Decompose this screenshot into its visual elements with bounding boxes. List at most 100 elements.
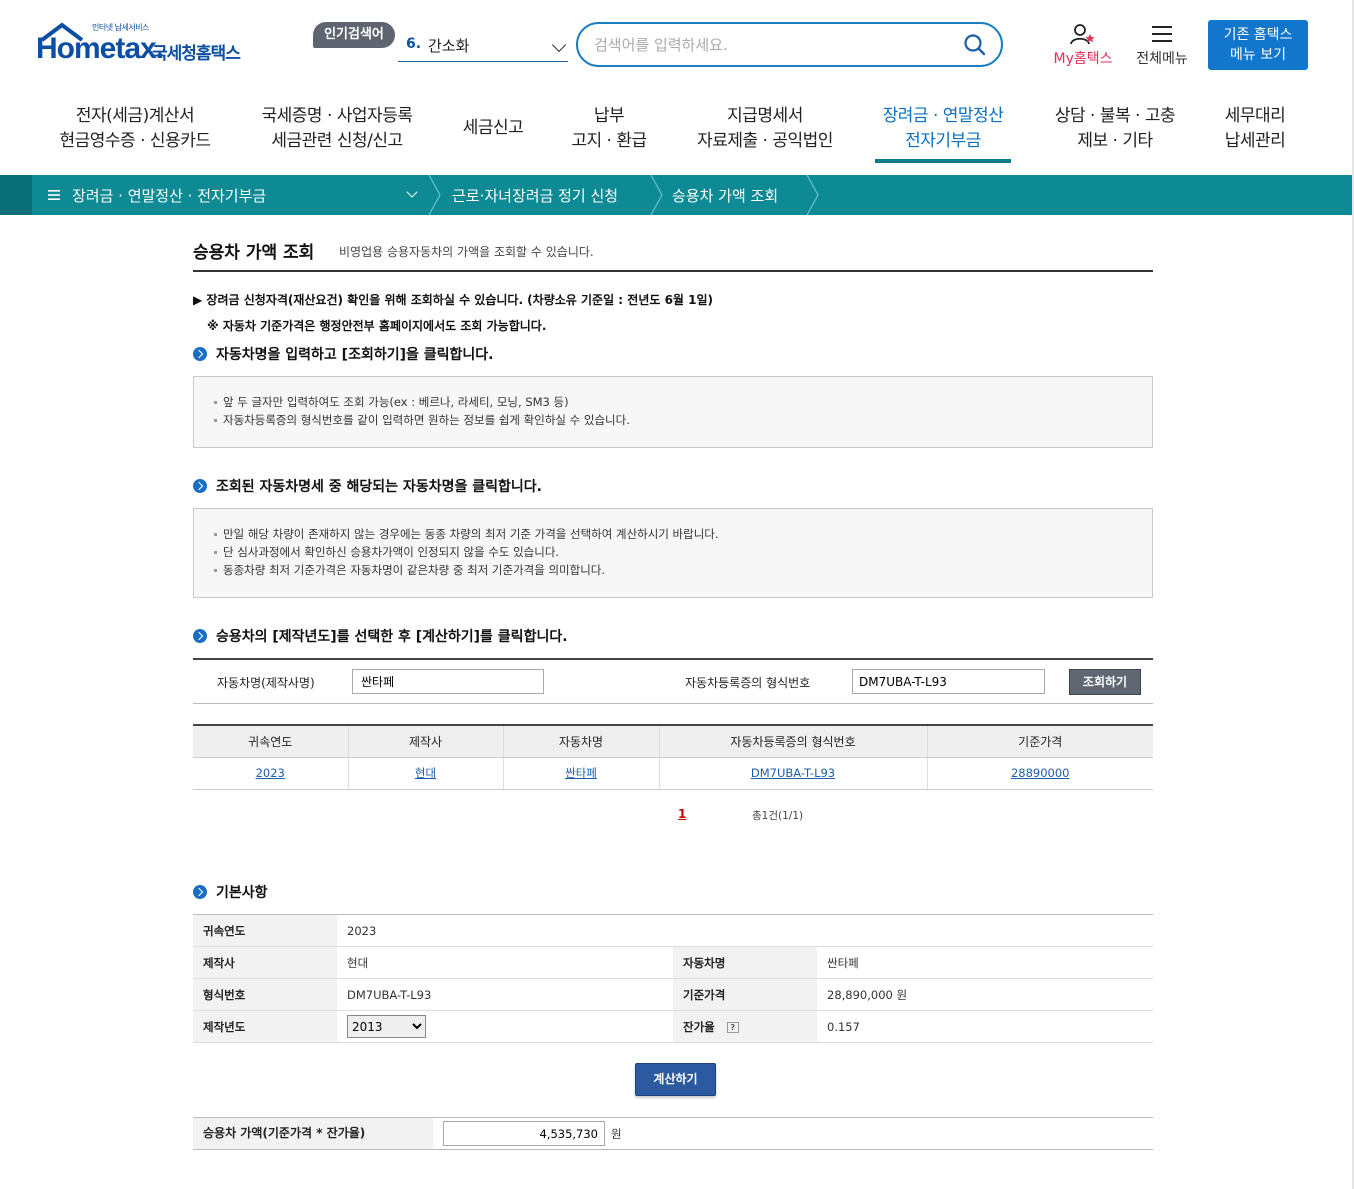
currency-unit: 원 <box>611 1127 622 1141</box>
maker-link[interactable]: 현대 <box>415 766 436 780</box>
car-name-link[interactable]: 싼타페 <box>565 766 597 780</box>
gnb-label: 고지 · 환급 <box>571 131 647 151</box>
arrow-circle-icon <box>193 629 207 643</box>
user-star-icon <box>1070 24 1095 45</box>
model-number-input[interactable] <box>852 669 1045 694</box>
gnb-certificates[interactable]: 국세증명 · 사업자등록 세금관련 신청/신고 <box>250 104 424 154</box>
search-input[interactable] <box>594 34 954 56</box>
basic-heading-text: 기본사항 <box>216 885 268 901</box>
my-hometax-label: My홈택스 <box>1053 51 1113 67</box>
result-table: 귀속연도 제작사 자동차명 자동차등록증의 형식번호 기준가격 2023 현대 … <box>193 724 1153 790</box>
car-name-input[interactable] <box>352 669 544 694</box>
gnb-label: 세금신고 <box>462 118 524 138</box>
gnb-label: 장려금 · 연말정산 <box>882 106 1004 126</box>
all-menu-button[interactable]: 전체메뉴 <box>1130 22 1194 70</box>
hometax-logo[interactable]: 인터넷 납세서비스 Hometax. 국세청홈택스 <box>36 22 250 72</box>
hamburger-icon <box>1152 26 1172 42</box>
column-header: 귀속연도 <box>193 725 349 758</box>
car-name-value: 싼타페 <box>817 946 1153 979</box>
table-row: 2023 현대 싼타페 DM7UBA-T-L93 28890000 <box>193 757 1153 790</box>
reference-note: ※ 자동차 기준가격은 행정안전부 홈페이지에서도 조회 가능합니다. <box>207 319 547 333</box>
arrow-circle-icon <box>193 479 207 493</box>
info-line: 동종차량 최저 기준가격은 자동차명이 같은차량 중 최저 기준가격을 의미합니… <box>214 561 1152 579</box>
gnb-einvoice[interactable]: 전자(세금)계산서 현금영수증 · 신용카드 <box>50 104 220 154</box>
info-line: 자동차등록증의 형식번호를 같이 입력하면 원하는 정보를 쉽게 확인하실 수 … <box>214 411 1152 429</box>
gnb-label: 납세관리 <box>1224 131 1286 151</box>
chevron-down-icon[interactable] <box>406 186 418 198</box>
logo-wordmark: Hometax. <box>36 32 164 65</box>
table-cell: 현대 <box>348 757 504 790</box>
search-button[interactable]: 조회하기 <box>1069 669 1141 695</box>
info-line: 단 심사과정에서 확인하신 승용차가액이 인정되지 않을 수도 있습니다. <box>214 543 1152 561</box>
breadcrumb-separator-icon <box>428 175 441 215</box>
column-header: 제작사 <box>348 725 504 758</box>
price-label: 기준가격 <box>673 978 817 1011</box>
breadcrumb-left-edge <box>0 175 32 215</box>
table-header-row: 귀속연도 제작사 자동차명 자동차등록증의 형식번호 기준가격 <box>193 725 1153 758</box>
column-header: 자동차등록증의 형식번호 <box>659 725 928 758</box>
maker-label: 제작사 <box>193 946 337 979</box>
gnb-label: 현금영수증 · 신용카드 <box>59 131 211 151</box>
gnb-consult[interactable]: 상담 · 불복 · 고충 제보 · 기타 <box>1044 104 1186 154</box>
residual-rate-label-cell: 잔가율? <box>673 1010 817 1043</box>
step3-heading: 승용차의 [제작년도]를 선택한 후 [계산하기]를 클릭합니다. <box>193 626 568 646</box>
table-cell: 28890000 <box>927 757 1153 790</box>
gnb-label: 세금관련 신청/신고 <box>271 131 403 151</box>
table-row: 제작사 현대 자동차명 싼타페 <box>193 946 1153 979</box>
step2-info-box: 만일 해당 차량이 존재하지 않는 경우에는 동종 차량의 최저 기준 가격을 … <box>193 508 1153 598</box>
step2-heading-text: 조회된 자동차명세 중 해당되는 자동차명을 클릭합니다. <box>216 479 542 495</box>
search-icon[interactable] <box>963 33 987 57</box>
car-value-output[interactable] <box>443 1121 605 1146</box>
my-hometax-button[interactable]: My홈택스 <box>1048 22 1118 70</box>
gnb-label: 전자(세금)계산서 <box>75 106 195 126</box>
breadcrumb-level1[interactable]: 장려금 · 연말정산 · 전자기부금 <box>72 185 266 206</box>
arrow-circle-icon <box>193 347 207 361</box>
old-hometax-line2: 메뉴 보기 <box>1230 47 1286 63</box>
price-value: 28,890,000 원 <box>817 978 1153 1011</box>
year-value: 2023 <box>337 914 1153 947</box>
gnb-statements[interactable]: 지급명세서 자료제출 · 공익법인 <box>688 104 842 154</box>
table-row: 제작년도 2013 잔가율? 0.157 <box>193 1010 1153 1043</box>
year-link[interactable]: 2023 <box>256 766 285 780</box>
page-title: 승용차 가액 조회 <box>193 243 315 263</box>
residual-rate-value: 0.157 <box>817 1010 1153 1043</box>
gnb-label: 납부 <box>593 106 625 126</box>
page-number-current[interactable]: 1 <box>678 807 686 821</box>
column-header: 자동차명 <box>503 725 660 758</box>
old-hometax-button[interactable]: 기존 홈택스 메뉴 보기 <box>1208 20 1308 70</box>
model-number-link[interactable]: DM7UBA-T-L93 <box>751 766 835 780</box>
table-cell: DM7UBA-T-L93 <box>659 757 928 790</box>
gnb-label: 상담 · 불복 · 고충 <box>1054 106 1176 126</box>
popular-search-select[interactable]: 6. 간소화 <box>398 28 568 62</box>
breadcrumb-separator-icon <box>806 175 819 215</box>
gnb-tax-return[interactable]: 세금신고 <box>452 116 534 141</box>
breadcrumb-level2[interactable]: 근로·자녀장려금 정기 신청 <box>452 185 618 206</box>
gnb-payment[interactable]: 납부 고지 · 환급 <box>564 104 654 154</box>
old-hometax-line1: 기존 홈택스 <box>1223 27 1293 43</box>
breadcrumb-separator-icon <box>650 175 663 215</box>
car-value-result: 승용차 가액(기준가격 * 잔가율) 원 <box>193 1117 1153 1150</box>
calculate-button[interactable]: 계산하기 <box>635 1063 716 1096</box>
help-icon[interactable]: ? <box>726 1021 739 1033</box>
main-navigation: 전자(세금)계산서 현금영수증 · 신용카드 국세증명 · 사업자등록 세금관련… <box>0 96 1354 172</box>
made-year-label: 제작년도 <box>193 1010 337 1043</box>
gnb-tax-agent[interactable]: 세무대리 납세관리 <box>1210 104 1300 154</box>
base-price-link[interactable]: 28890000 <box>1011 766 1070 780</box>
step1-heading: 자동차명을 입력하고 [조회하기]을 클릭합니다. <box>193 344 493 364</box>
breadcrumb-level3[interactable]: 승용차 가액 조회 <box>672 185 778 206</box>
gnb-incentives[interactable]: 장려금 · 연말정산 전자기부금 <box>872 104 1014 154</box>
page-total-count: 총1건(1/1) <box>752 810 804 822</box>
car-search-form: 자동차명(제작사명) 자동차등록증의 형식번호 조회하기 <box>193 658 1153 704</box>
breadcrumb: 장려금 · 연말정산 · 전자기부금 근로·자녀장려금 정기 신청 승용차 가액… <box>0 175 1354 215</box>
all-menu-label: 전체메뉴 <box>1136 51 1188 67</box>
car-value-label: 승용차 가액(기준가격 * 잔가율) <box>193 1118 433 1149</box>
popular-rank: 6. <box>406 36 422 52</box>
title-divider <box>193 270 1153 272</box>
gnb-label: 세무대리 <box>1224 106 1286 126</box>
chevron-down-icon <box>551 37 567 53</box>
made-year-select[interactable]: 2013 <box>347 1015 426 1038</box>
gnb-label: 국세증명 · 사업자등록 <box>261 106 413 126</box>
arrow-circle-icon <box>193 885 207 899</box>
table-row: 형식번호 DM7UBA-T-L93 기준가격 28,890,000 원 <box>193 978 1153 1011</box>
gnb-active-indicator <box>875 159 1011 163</box>
